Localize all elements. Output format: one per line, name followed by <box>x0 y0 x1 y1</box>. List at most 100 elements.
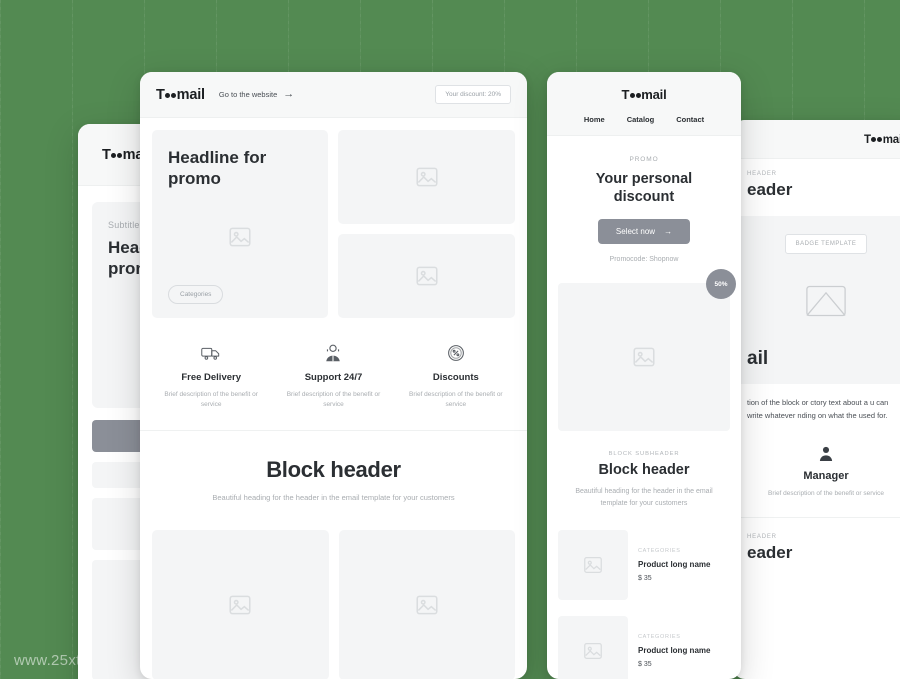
benefit-title: Support 24/7 <box>304 372 363 383</box>
benefit-item-support: Support 24/7 Brief description of the be… <box>272 342 394 410</box>
right-kicker-bottom: HEADER <box>747 534 777 541</box>
block-header-subtitle: Beautiful heading for the header in the … <box>575 488 713 508</box>
block-header-section: Block header Beautiful heading for the h… <box>140 431 527 522</box>
promocode-text: Promocode: Shopnow <box>609 256 679 264</box>
product-name: Product long name <box>638 560 711 570</box>
product-image-placeholder[interactable] <box>558 616 628 679</box>
email-template-preview-right[interactable]: Tmail HEADER eader BADGE TEMPLATE ail ti… <box>733 120 900 679</box>
image-placeholder-icon <box>806 285 846 317</box>
hero-image-placeholder[interactable] <box>338 130 515 224</box>
image-placeholder-icon <box>633 347 655 367</box>
product-category: CATEGORIES <box>638 548 681 555</box>
categories-pill[interactable]: Categories <box>168 285 224 304</box>
hero-image-placeholder[interactable] <box>338 234 515 318</box>
right-kicker-top: HEADER <box>747 171 777 177</box>
person-icon <box>747 444 900 462</box>
select-now-button[interactable]: Select now → <box>597 219 691 245</box>
benefit-desc: Brief description of the benefit or serv… <box>286 391 381 408</box>
logo-dots-icon <box>629 93 641 99</box>
block-subheader: BLOCK SUBHEADER <box>608 451 680 458</box>
brand-logo[interactable]: Tmail <box>864 134 900 146</box>
product-image-placeholder[interactable] <box>558 530 628 601</box>
person-desc: Brief description of the benefit or serv… <box>768 490 884 498</box>
product-category: CATEGORIES <box>638 634 681 641</box>
right-person-card: Manager Brief description of the benefit… <box>733 422 900 519</box>
nav-item-home[interactable]: Home <box>584 115 605 124</box>
hero-promo-card[interactable]: Headline for promo Categories <box>152 130 329 318</box>
watermark: www.25xt <box>14 652 81 669</box>
nav-item-contact[interactable]: Contact <box>676 115 704 124</box>
right-image-placeholder[interactable] <box>747 270 900 332</box>
image-placeholder-icon <box>416 595 438 615</box>
truck-icon <box>158 342 264 364</box>
right-header-section: HEADER eader <box>733 159 900 206</box>
benefit-title: Discounts <box>432 372 479 383</box>
image-placeholder-icon <box>584 643 602 660</box>
arrow-right-icon: → <box>283 88 295 100</box>
image-placeholder-icon <box>229 595 251 615</box>
logo-dots-icon <box>871 137 883 143</box>
main-panel-header: Tmail Go to the website → Your discount:… <box>140 72 527 118</box>
arrow-right-icon: → <box>664 227 673 237</box>
hero-section: Headline for promo Categories <box>140 118 527 318</box>
brand-logo[interactable]: Tmail <box>622 87 667 102</box>
mobile-block-header-section: BLOCK SUBHEADER Block header Beautiful h… <box>547 431 741 524</box>
discount-badge-50: 50% <box>706 269 736 300</box>
promo-title-line2: discount <box>613 189 675 206</box>
product-row[interactable]: CATEGORIES Product long name $ 35 <box>547 524 741 610</box>
select-now-label: Select now <box>615 227 656 237</box>
mobile-promo-section: PROMO Your personal discount Select now … <box>547 136 741 275</box>
block-header-title: Block header <box>598 462 690 479</box>
promo-kicker: PROMO <box>629 156 659 163</box>
right-footer-section: HEADER eader <box>733 518 900 563</box>
mobile-header: Tmail Home Catalog Contact <box>547 72 741 136</box>
mobile-hero-image-wrap: 50% <box>558 269 736 432</box>
hero-image-placeholder[interactable] <box>168 189 312 285</box>
benefit-desc: Brief description of the benefit or serv… <box>164 391 258 408</box>
badge-template[interactable]: BADGE TEMPLATE <box>784 234 868 254</box>
website-link-label: Go to the website <box>218 90 278 99</box>
block-header-title: Block header <box>266 456 401 482</box>
image-placeholder-icon <box>229 227 251 247</box>
brand-logo[interactable]: Tmail <box>156 87 205 103</box>
block-header-subtitle: Beautiful heading for the header in the … <box>212 492 455 502</box>
benefit-item-free-delivery: Free Delivery Brief description of the b… <box>150 342 272 410</box>
benefit-title: Free Delivery <box>181 372 241 383</box>
right-badge-box: BADGE TEMPLATE ail <box>733 216 900 384</box>
grid-image-placeholder[interactable] <box>152 529 329 679</box>
hero-headline: Headline for promo <box>168 148 267 188</box>
logo-dots-icon <box>165 92 177 99</box>
email-template-preview-main[interactable]: Tmail Go to the website → Your discount:… <box>140 72 527 679</box>
product-row[interactable]: CATEGORIES Product long name $ 35 <box>547 610 741 679</box>
benefits-section: Free Delivery Brief description of the b… <box>140 318 527 431</box>
image-placeholder-icon <box>584 557 602 574</box>
benefit-desc: Brief description of the benefit or serv… <box>409 391 503 408</box>
promo-title-line1: Your personal <box>595 171 693 187</box>
right-panel-header: Tmail <box>733 120 900 159</box>
right-paragraph: tion of the block or ctory text about a … <box>747 398 889 421</box>
product-name: Product long name <box>638 646 711 656</box>
product-price: $ 35 <box>638 575 652 583</box>
image-grid-section <box>140 522 527 679</box>
benefit-item-discounts: Discounts Brief description of the benef… <box>395 342 517 410</box>
image-placeholder-icon <box>416 167 438 187</box>
hero-image-column <box>338 130 515 318</box>
image-placeholder-icon <box>416 266 438 286</box>
support-agent-icon <box>280 342 386 364</box>
person-name: Manager <box>803 470 849 483</box>
product-info: CATEGORIES Product long name $ 35 <box>638 530 730 600</box>
percent-circle-icon <box>403 342 509 364</box>
right-header-bottom: eader <box>747 543 793 563</box>
email-template-preview-mobile[interactable]: Tmail Home Catalog Contact PROMO Your pe… <box>547 72 741 679</box>
right-header-top: eader <box>747 180 793 199</box>
promo-title: Your personal discount <box>563 170 725 206</box>
mobile-hero-image-placeholder[interactable] <box>558 283 730 432</box>
website-link[interactable]: Go to the website → <box>219 89 294 100</box>
mobile-nav: Home Catalog Contact <box>547 115 741 124</box>
nav-item-catalog[interactable]: Catalog <box>627 115 655 124</box>
product-price: $ 35 <box>638 661 652 669</box>
logo-dots-icon <box>111 152 123 159</box>
discount-badge[interactable]: Your discount: 20% <box>435 85 511 104</box>
grid-image-placeholder[interactable] <box>338 529 515 679</box>
right-big-word: ail <box>747 348 769 369</box>
